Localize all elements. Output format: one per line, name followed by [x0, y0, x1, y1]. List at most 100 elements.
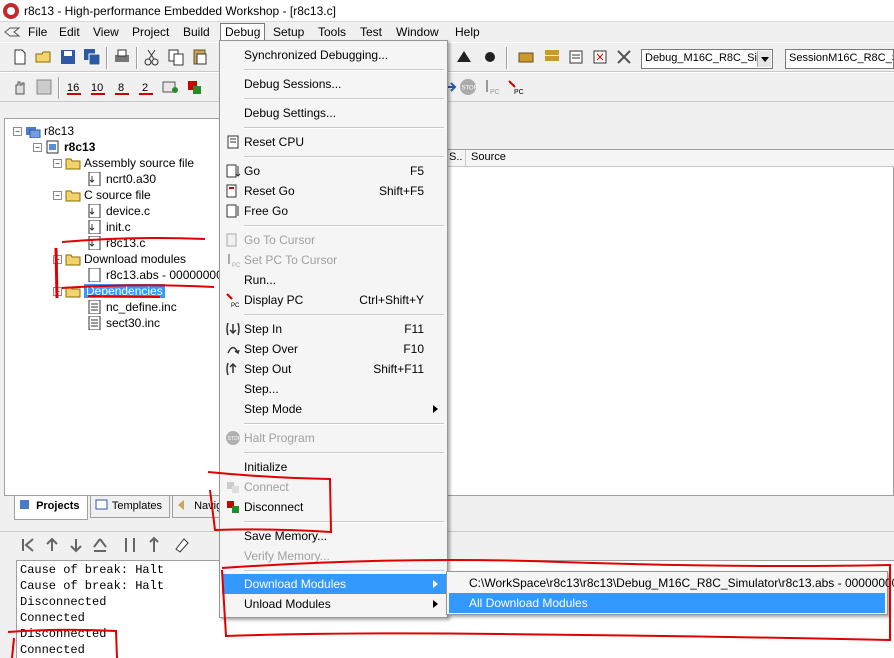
menu-initialize[interactable]: Initialize — [222, 457, 446, 477]
build-icon[interactable] — [516, 47, 536, 67]
radix-dec-button[interactable]: 10 — [88, 77, 108, 97]
tree-folder-download[interactable]: Download modules — [65, 251, 186, 267]
menu-run[interactable]: Run... — [222, 270, 446, 290]
set-pc-icon[interactable]: PC — [482, 77, 502, 97]
debug-tool-icon[interactable] — [454, 47, 474, 67]
menu-file[interactable]: File — [24, 23, 51, 41]
menu-display-pc[interactable]: PC Display PC Ctrl+Shift+Y — [222, 290, 446, 310]
paste-icon[interactable] — [190, 47, 210, 67]
output-line: Disconnected — [20, 627, 107, 641]
tree-file-init[interactable]: init.c — [87, 219, 131, 235]
submenu-all-download-modules[interactable]: All Download Modules — [449, 593, 885, 613]
menu-help[interactable]: Help — [451, 23, 484, 41]
open-folder-icon[interactable] — [34, 47, 54, 67]
menu-verify-memory: Verify Memory... — [222, 546, 446, 566]
menu-tools[interactable]: Tools — [314, 23, 350, 41]
radix-oct-button[interactable]: 8 — [112, 77, 132, 97]
output-filter-icon[interactable] — [144, 535, 164, 555]
session-name-select[interactable]: SessionM16C_R8C_Si — [785, 49, 894, 69]
debug-tool2-icon[interactable] — [480, 47, 500, 67]
output-nav-prev-icon[interactable] — [42, 535, 62, 555]
menu-synchronized-debugging[interactable]: Synchronized Debugging... — [222, 45, 446, 65]
cut-icon[interactable] — [142, 47, 162, 67]
menu-debug[interactable]: Debug — [220, 23, 266, 41]
menu-setup[interactable]: Setup — [269, 23, 308, 41]
collapse-toggle[interactable]: − — [53, 159, 62, 168]
compile-icon[interactable] — [566, 47, 586, 67]
menu-edit[interactable]: Edit — [55, 23, 84, 41]
menu-reset-go[interactable]: Reset Go Shift+F5 — [222, 181, 446, 201]
display-pc-icon[interactable]: PC — [506, 77, 526, 97]
tab-navigation[interactable]: Navig — [172, 496, 222, 518]
menu-window[interactable]: Window — [392, 23, 443, 41]
menu-debug-settings[interactable]: Debug Settings... — [222, 103, 446, 123]
output-nav-next-icon[interactable] — [66, 535, 86, 555]
column-s-header[interactable]: S.. — [449, 151, 462, 163]
radix-bin-button[interactable]: 2 — [136, 77, 156, 97]
options-icon[interactable] — [614, 47, 634, 67]
tree-file-nc-define[interactable]: nc_define.inc — [87, 299, 177, 315]
menu-step[interactable]: Step... — [222, 379, 446, 399]
tree-folder-assembly[interactable]: Assembly source file — [65, 155, 194, 171]
stop-build-icon[interactable] — [590, 47, 610, 67]
save-icon[interactable] — [58, 47, 78, 67]
tree-file-label: r8c13.c — [106, 236, 146, 250]
menu-step-in[interactable]: Step In F11 — [222, 319, 446, 339]
menu-step-over[interactable]: Step Over F10 — [222, 339, 446, 359]
collapse-toggle[interactable]: − — [53, 191, 62, 200]
tree-project-node[interactable]: r8c13 — [45, 139, 95, 155]
chevron-down-icon[interactable] — [757, 51, 771, 67]
menu-shortcut: Shift+F11 — [373, 362, 424, 376]
tree-file-device[interactable]: device.c — [87, 203, 150, 219]
stop-icon[interactable]: STOP — [458, 77, 478, 97]
tree-folder-dependencies[interactable]: Dependencies — [65, 283, 165, 299]
menu-view[interactable]: View — [89, 23, 123, 41]
column-source-header[interactable]: Source — [471, 151, 506, 163]
menu-build[interactable]: Build — [179, 23, 214, 41]
radix-hex-button[interactable]: 16 — [64, 77, 84, 97]
tree-file-r8c13[interactable]: r8c13.c — [87, 235, 145, 251]
submenu-module-path[interactable]: C:\WorkSpace\r8c13\r8c13\Debug_M16C_R8C_… — [449, 573, 894, 593]
print-icon[interactable] — [112, 47, 132, 67]
tree-file-sect30[interactable]: sect30.inc — [87, 315, 160, 331]
new-file-icon[interactable] — [10, 47, 30, 67]
tree-workspace-node[interactable]: r8c13 — [25, 123, 74, 139]
tree-file-abs[interactable]: r8c13.abs - 00000000 — [87, 267, 223, 283]
menu-reset-cpu[interactable]: Reset CPU — [222, 132, 446, 152]
menu-download-modules[interactable]: Download Modules — [222, 574, 446, 594]
menu-step-mode[interactable]: Step Mode — [222, 399, 446, 419]
menu-disconnect[interactable]: Disconnect — [222, 497, 446, 517]
collapse-toggle[interactable]: − — [53, 287, 62, 296]
collapse-toggle[interactable]: − — [53, 255, 62, 264]
eraser-icon[interactable] — [172, 535, 192, 555]
menu-debug-sessions[interactable]: Debug Sessions... — [222, 74, 446, 94]
tree-file-label: sect30.inc — [106, 316, 161, 330]
tree-folder-c-source[interactable]: C source file — [65, 187, 151, 203]
image-icon[interactable] — [34, 77, 54, 97]
menu-go[interactable]: Go F5 — [222, 161, 446, 181]
menu-step-out[interactable]: Step Out Shift+F11 — [222, 359, 446, 379]
output-sort-icon[interactable] — [120, 535, 140, 555]
save-all-icon[interactable] — [82, 47, 102, 67]
collapse-toggle[interactable]: − — [13, 127, 22, 136]
menu-test[interactable]: Test — [356, 23, 386, 41]
menu-item-label: Step Mode — [244, 402, 303, 416]
tab-templates[interactable]: Templates — [90, 496, 170, 518]
output-nav-last-icon[interactable] — [90, 535, 110, 555]
connect-icon[interactable] — [184, 77, 204, 97]
copy-icon[interactable] — [166, 47, 186, 67]
menu-item-label: C:\WorkSpace\r8c13\r8c13\Debug_M16C_R8C_… — [469, 576, 894, 590]
menu-unload-modules[interactable]: Unload Modules — [222, 594, 446, 614]
tree-file-ncrt0[interactable]: ncrt0.a30 — [87, 171, 156, 187]
menu-project[interactable]: Project — [128, 23, 173, 41]
output-nav-first-icon[interactable] — [18, 535, 38, 555]
collapse-toggle[interactable]: − — [33, 143, 42, 152]
menu-item-label: Reset CPU — [244, 135, 305, 149]
session-config-select[interactable]: Debug_M16C_R8C_Sir — [641, 49, 773, 69]
menu-save-memory[interactable]: Save Memory... — [222, 526, 446, 546]
watch-icon[interactable] — [160, 77, 180, 97]
build-all-icon[interactable] — [542, 47, 562, 67]
tab-projects[interactable]: Projects — [14, 496, 88, 520]
hand-icon[interactable] — [10, 77, 30, 97]
menu-free-go[interactable]: Free Go — [222, 201, 446, 221]
